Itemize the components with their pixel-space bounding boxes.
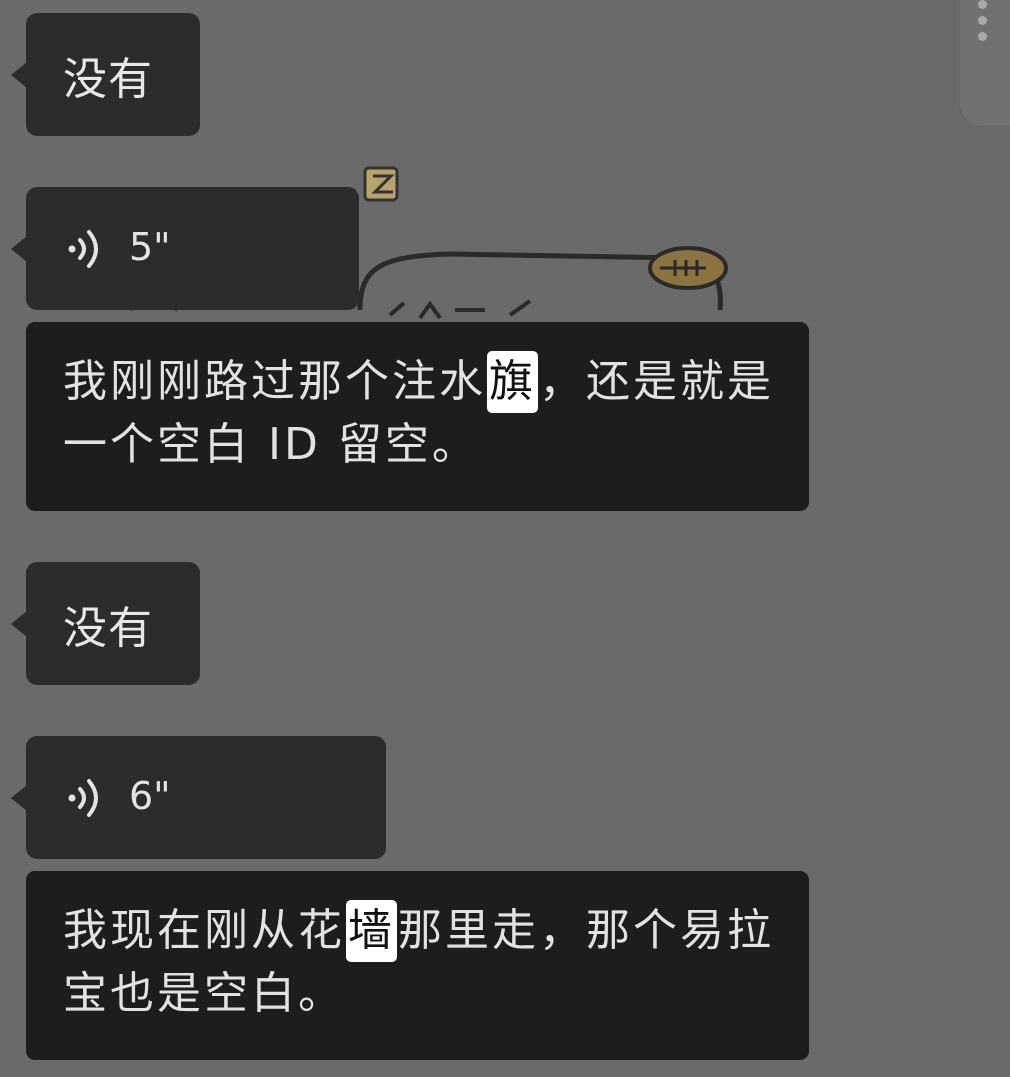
chat-area[interactable]: 没有 5" 我刚刚路过那个注水旗，还是就是一个空白 ID 留空。 没有 6" 我…: [0, 0, 1010, 1077]
voice-duration: 6": [129, 774, 171, 818]
voice-transcript[interactable]: 我刚刚路过那个注水旗，还是就是一个空白 ID 留空。: [26, 322, 809, 511]
voice-playback-icon: [68, 779, 98, 817]
message-bubble[interactable]: 没有: [11, 562, 200, 685]
transcript-highlight[interactable]: 墙: [346, 900, 397, 962]
transcript-text: 我现在刚从花墙那里走，那个易拉宝也是空白。: [63, 899, 779, 1025]
more-vertical-icon: [978, 0, 988, 48]
voice-transcript[interactable]: 我现在刚从花墙那里走，那个易拉宝也是空白。: [26, 871, 809, 1060]
transcript-text: 我刚刚路过那个注水旗，还是就是一个空白 ID 留空。: [63, 350, 779, 476]
message-text: 没有: [63, 54, 153, 105]
transcript-text-before: 我现在刚从花: [63, 905, 345, 956]
transcript-text-before: 我刚刚路过那个注水: [63, 356, 486, 407]
more-options-handle[interactable]: [960, 0, 1010, 126]
voice-message-bubble[interactable]: 5": [11, 187, 359, 310]
voice-message-bubble[interactable]: 6": [11, 736, 386, 859]
voice-playback-icon: [68, 230, 98, 268]
message-text: 没有: [63, 603, 153, 654]
voice-duration: 5": [129, 225, 171, 269]
message-bubble[interactable]: 没有: [11, 13, 200, 136]
transcript-highlight[interactable]: 旗: [487, 351, 538, 413]
